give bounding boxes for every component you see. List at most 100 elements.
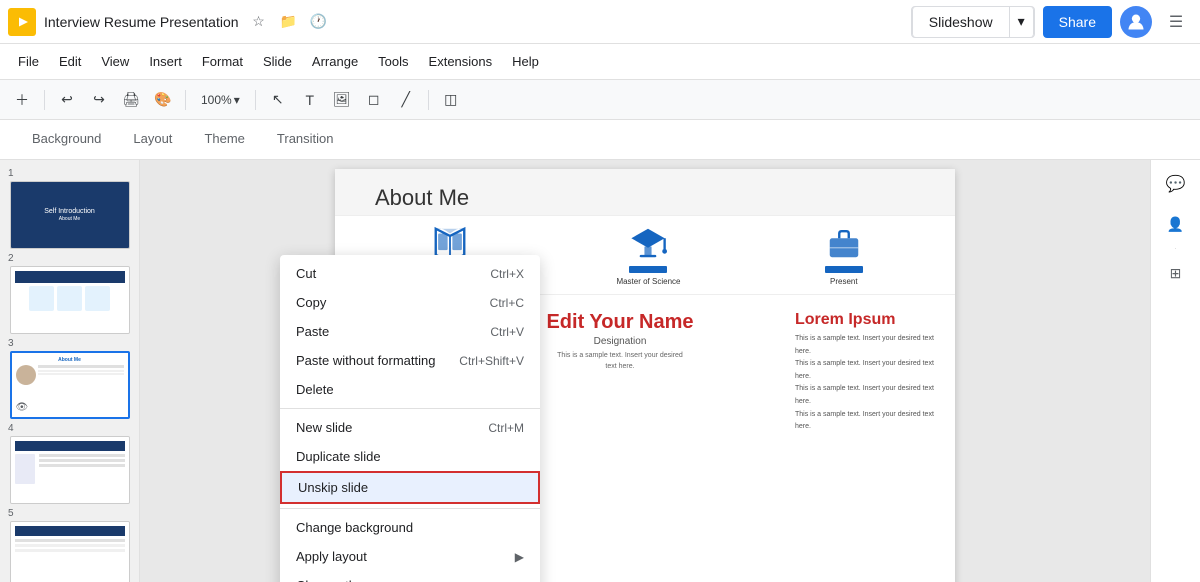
ctx-unskip-slide-label: Unskip slide: [298, 480, 368, 495]
slide-thumb-inner-4: [10, 436, 130, 504]
ctx-sep-2: [280, 508, 540, 509]
ctx-apply-layout-label: Apply layout: [296, 549, 367, 564]
line-button[interactable]: ╱: [392, 86, 420, 114]
redo-button[interactable]: ↪: [85, 86, 113, 114]
menu-format[interactable]: Format: [192, 50, 253, 73]
new-slide-toolbar-btn[interactable]: ＋: [8, 86, 36, 114]
ctx-paste[interactable]: Paste Ctrl+V: [280, 317, 540, 346]
zoom-control[interactable]: 100% ▾: [194, 90, 247, 110]
slideshow-dropdown-button[interactable]: ▾: [1010, 6, 1034, 38]
app-logo[interactable]: [8, 8, 36, 36]
slide-num-1: 1: [4, 168, 135, 179]
comments-panel-button[interactable]: 💬: [1160, 168, 1192, 200]
zoom-dropdown-icon: ▾: [234, 93, 240, 107]
slide-thumb-4[interactable]: 4: [4, 423, 135, 504]
menu-bar: File Edit View Insert Format Slide Arran…: [0, 44, 1200, 80]
tab-background[interactable]: Background: [16, 123, 117, 157]
lorem-title: Lorem Ipsum: [795, 311, 935, 329]
ctx-apply-layout-arrow: ▶: [515, 550, 524, 564]
undo-button[interactable]: ↩: [53, 86, 81, 114]
right-controls: Slideshow ▾ Share ☰: [911, 6, 1192, 38]
ctx-apply-layout[interactable]: Apply layout ▶: [280, 542, 540, 571]
slide-num-5: 5: [4, 508, 135, 519]
document-title: Interview Resume Presentation: [44, 14, 239, 30]
eye-slash-icon: 👁: [16, 402, 29, 413]
ctx-cut-shortcut: Ctrl+X: [490, 267, 524, 281]
menu-insert[interactable]: Insert: [139, 50, 192, 73]
ctx-copy[interactable]: Copy Ctrl+C: [280, 288, 540, 317]
slide-thumb-1[interactable]: 1 Self IntroductionAbout Me: [4, 168, 135, 249]
paint-format-button[interactable]: 🎨: [149, 86, 177, 114]
history-button[interactable]: 🕐: [307, 10, 331, 34]
cursor-button[interactable]: ↖: [264, 86, 292, 114]
briefcase-icon: [825, 224, 863, 262]
ctx-new-slide-shortcut: Ctrl+M: [488, 421, 524, 435]
toolbar-sep-1: [44, 90, 45, 110]
ctx-delete-label: Delete: [296, 382, 334, 397]
ctx-new-slide[interactable]: New slide Ctrl+M: [280, 413, 540, 442]
slide-thumb-3[interactable]: 3 About Me 👁: [4, 338, 135, 419]
canvas-area: About Me Prep Course: [140, 160, 1150, 582]
bg-button[interactable]: ◫: [437, 86, 465, 114]
star-button[interactable]: ☆: [247, 10, 271, 34]
ctx-paste-no-format-shortcut: Ctrl+Shift+V: [459, 354, 524, 368]
ctx-delete[interactable]: Delete: [280, 375, 540, 404]
slide-num-4: 4: [4, 423, 135, 434]
text-button[interactable]: T: [296, 86, 324, 114]
nav-present-label: Present: [830, 277, 858, 286]
menu-arrange[interactable]: Arrange: [302, 50, 368, 73]
image-button[interactable]: 🖼: [328, 86, 356, 114]
ctx-paste-label: Paste: [296, 324, 329, 339]
ctx-cut-label: Cut: [296, 266, 316, 281]
menu-tools[interactable]: Tools: [368, 50, 418, 73]
tab-bar: Background Layout Theme Transition: [0, 120, 1200, 160]
nav-master: Master of Science: [616, 224, 680, 286]
ctx-sep-1: [280, 408, 540, 409]
tab-theme[interactable]: Theme: [188, 123, 260, 157]
slides-panel: 1 Self IntroductionAbout Me 2: [0, 160, 140, 582]
slide-thumb-inner-1: Self IntroductionAbout Me: [10, 181, 130, 249]
ctx-paste-shortcut: Ctrl+V: [490, 325, 524, 339]
ctx-duplicate-slide-label: Duplicate slide: [296, 449, 381, 464]
nav-master-label: Master of Science: [616, 277, 680, 286]
sidebar-toggle[interactable]: ☰: [1160, 6, 1192, 38]
print-button[interactable]: 🖨: [117, 86, 145, 114]
expand-button[interactable]: ⊞: [1160, 257, 1192, 289]
ctx-unskip-slide[interactable]: Unskip slide: [280, 471, 540, 504]
main-area: 1 Self IntroductionAbout Me 2: [0, 160, 1200, 582]
menu-slide[interactable]: Slide: [253, 50, 302, 73]
slide-thumb-5[interactable]: 5: [4, 508, 135, 582]
ctx-cut[interactable]: Cut Ctrl+X: [280, 259, 540, 288]
ctx-paste-no-format[interactable]: Paste without formatting Ctrl+Shift+V: [280, 346, 540, 375]
tab-transition[interactable]: Transition: [261, 123, 350, 157]
slide-title: About Me: [355, 177, 935, 211]
toolbar-sep-4: [428, 90, 429, 110]
shape-button[interactable]: ◻: [360, 86, 388, 114]
menu-help[interactable]: Help: [502, 50, 549, 73]
avatar[interactable]: [1120, 6, 1152, 38]
slide-thumb-2[interactable]: 2: [4, 253, 135, 334]
slide-thumb-inner-5: [10, 521, 130, 582]
tab-layout[interactable]: Layout: [117, 123, 188, 157]
slide-thumb-inner-2: [10, 266, 130, 334]
slide-thumb-inner-3: About Me 👁: [10, 351, 130, 419]
right-panel: 💬 👤 ⊞: [1150, 160, 1200, 582]
menu-file[interactable]: File: [8, 50, 49, 73]
ctx-duplicate-slide[interactable]: Duplicate slide: [280, 442, 540, 471]
ctx-change-theme-label: Change theme: [296, 578, 381, 582]
ctx-change-theme[interactable]: Change theme: [280, 571, 540, 582]
nav-present: Present: [825, 224, 863, 286]
add-person-button[interactable]: 👤: [1160, 208, 1192, 240]
slide-num-2: 2: [4, 253, 135, 264]
menu-view[interactable]: View: [91, 50, 139, 73]
top-bar: Interview Resume Presentation ☆ 📁 🕐 Slid…: [0, 0, 1200, 44]
ctx-change-background[interactable]: Change background: [280, 513, 540, 542]
menu-edit[interactable]: Edit: [49, 50, 91, 73]
slideshow-button[interactable]: Slideshow: [912, 6, 1010, 38]
slide-num-3: 3: [4, 338, 135, 349]
move-button[interactable]: 📁: [277, 10, 301, 34]
menu-extensions[interactable]: Extensions: [419, 50, 503, 73]
toolbar-sep-2: [185, 90, 186, 110]
share-button[interactable]: Share: [1043, 6, 1112, 38]
toolbar: ＋ ↩ ↪ 🖨 🎨 100% ▾ ↖ T 🖼 ◻ ╱ ◫: [0, 80, 1200, 120]
